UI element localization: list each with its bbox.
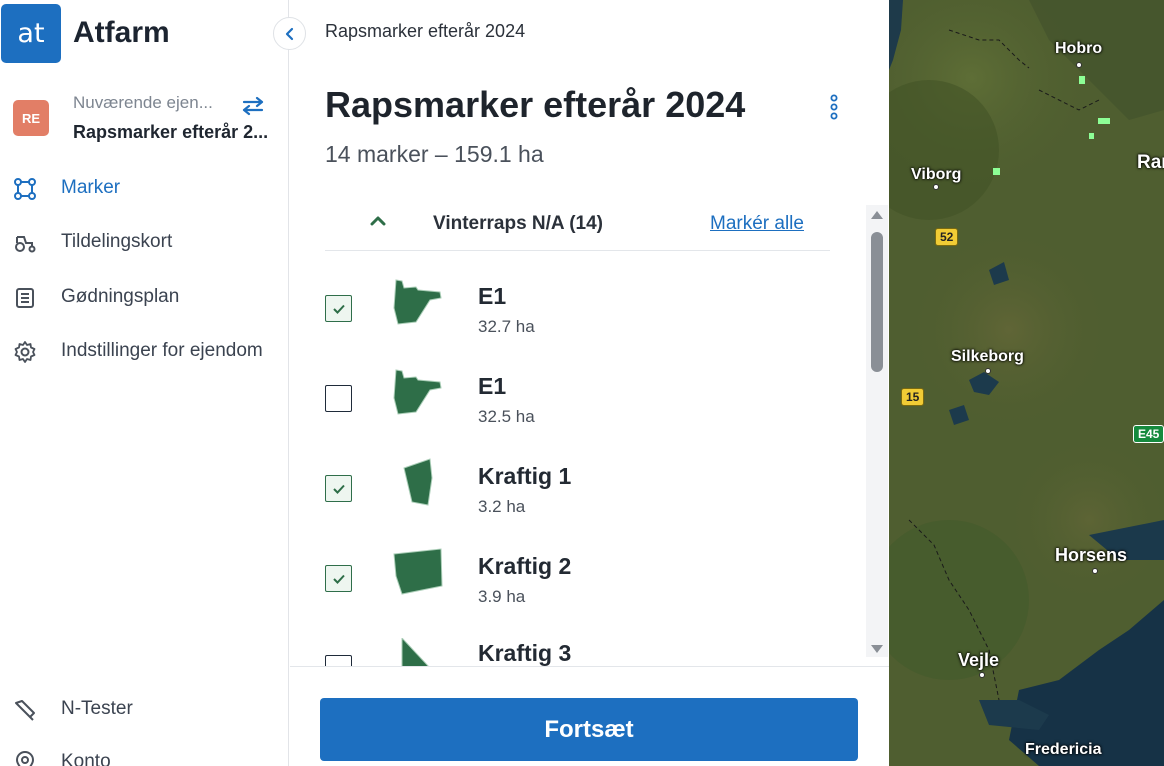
field-area: 32.7 ha bbox=[478, 317, 535, 336]
sidebar-item-label: Konto bbox=[61, 751, 111, 766]
field-area: 3.9 ha bbox=[478, 587, 526, 606]
city-label: Vejle bbox=[958, 650, 1000, 670]
checkmark-icon bbox=[332, 574, 345, 584]
sidebar-item-tildelingskort[interactable]: Tildelingskort bbox=[0, 222, 288, 262]
continue-button[interactable]: Fortsæt bbox=[320, 698, 858, 761]
collapse-sidebar-button[interactable] bbox=[273, 17, 306, 50]
city-marker bbox=[985, 368, 991, 374]
map-terrain bbox=[889, 0, 1164, 766]
gear-icon bbox=[14, 341, 36, 363]
footer-bar: Fortsæt bbox=[290, 666, 889, 766]
field-shape-icon bbox=[393, 369, 442, 415]
checkmark-icon bbox=[332, 484, 345, 494]
field-shape-icon bbox=[401, 638, 429, 666]
sidebar-item-konto[interactable]: Konto bbox=[0, 742, 288, 766]
city-marker bbox=[1076, 62, 1082, 68]
property-name[interactable]: Rapsmarker efterår 2... bbox=[73, 122, 279, 143]
field-name: E1 bbox=[478, 283, 507, 309]
main-panel: Rapsmarker efterår 2024 Rapsmarker efter… bbox=[290, 0, 889, 766]
sidebar-item-label: N-Tester bbox=[61, 698, 133, 719]
page-subtitle: 14 marker – 159.1 ha bbox=[325, 141, 544, 167]
list-item[interactable]: Kraftig 3 bbox=[290, 622, 865, 666]
road-shield: 15 bbox=[901, 388, 925, 406]
list-item[interactable]: Kraftig 1 3.2 ha bbox=[290, 442, 865, 532]
satellite-map[interactable]: Hobro Viborg Ran Silkeborg Horsens Vejle… bbox=[889, 0, 1164, 766]
n-tester-icon bbox=[15, 700, 35, 721]
city-marker bbox=[1092, 568, 1098, 574]
field-shape-icon bbox=[393, 548, 443, 595]
checkmark-icon bbox=[332, 304, 345, 314]
city-marker bbox=[933, 184, 939, 190]
city-marker bbox=[979, 672, 985, 678]
fields-icon bbox=[14, 178, 36, 200]
sidebar-item-n-tester[interactable]: N-Tester bbox=[0, 689, 288, 729]
app-logo[interactable]: at bbox=[1, 4, 61, 63]
crop-group-name: Vinterraps N/A (14) bbox=[433, 213, 603, 234]
list-item[interactable]: E1 32.7 ha bbox=[290, 262, 865, 352]
breadcrumb: Rapsmarker efterår 2024 bbox=[325, 21, 526, 41]
field-list: E1 32.7 ha E1 32.5 ha Kraftig 1 3.2 ha K… bbox=[290, 262, 865, 666]
city-label: Ran bbox=[1137, 152, 1164, 173]
city-label: Viborg bbox=[911, 166, 962, 183]
crop-group-header[interactable]: Vinterraps N/A (14) Markér alle bbox=[325, 203, 830, 251]
property-label: Nuværende ejen... bbox=[73, 93, 213, 112]
road-shield: 52 bbox=[935, 228, 959, 246]
city-label: Hobro bbox=[1055, 40, 1103, 57]
sidebar: at Atfarm RE Nuværende ejen... Rapsmarke… bbox=[0, 0, 289, 766]
sidebar-item-indstillinger[interactable]: Indstillinger for ejendom bbox=[0, 331, 288, 371]
list-item[interactable]: Kraftig 2 3.9 ha bbox=[290, 532, 865, 622]
city-label: Horsens bbox=[1055, 545, 1128, 565]
field-checkbox[interactable] bbox=[325, 295, 352, 322]
chevron-left-icon bbox=[285, 27, 293, 40]
swap-arrows-icon[interactable] bbox=[240, 96, 266, 116]
field-name: E1 bbox=[478, 373, 507, 399]
sidebar-item-label: Marker bbox=[61, 177, 121, 198]
field-name: Kraftig 1 bbox=[478, 463, 572, 489]
tractor-icon bbox=[15, 236, 36, 253]
list-scrollbar[interactable] bbox=[866, 205, 888, 657]
select-all-link[interactable]: Markér alle bbox=[710, 213, 804, 235]
city-label: Fredericia bbox=[1025, 741, 1102, 758]
sidebar-item-label: Tildelingskort bbox=[61, 231, 173, 252]
city-label: Silkeborg bbox=[951, 348, 1024, 365]
chevron-up-icon[interactable] bbox=[369, 213, 387, 227]
sidebar-item-marker[interactable]: Marker bbox=[0, 168, 288, 208]
page-title: Rapsmarker efterår 2024 bbox=[325, 84, 746, 125]
list-item[interactable]: E1 32.5 ha bbox=[290, 352, 865, 442]
road-shield: E45 bbox=[1133, 425, 1164, 443]
field-shape-icon bbox=[403, 458, 433, 506]
field-area: 3.2 ha bbox=[478, 497, 526, 516]
sidebar-item-godningsplan[interactable]: Gødningsplan bbox=[0, 277, 288, 317]
location-pin-icon bbox=[15, 751, 35, 766]
field-checkbox[interactable] bbox=[325, 385, 352, 412]
field-checkbox[interactable] bbox=[325, 655, 352, 666]
field-shape-icon bbox=[393, 279, 442, 325]
sidebar-item-label: Gødningsplan bbox=[61, 286, 180, 307]
app-name: Atfarm bbox=[73, 16, 170, 49]
sidebar-item-label: Indstillinger for ejendom bbox=[61, 340, 263, 361]
field-checkbox[interactable] bbox=[325, 475, 352, 502]
field-name: Kraftig 2 bbox=[478, 553, 572, 579]
property-avatar: RE bbox=[13, 100, 49, 136]
document-icon bbox=[16, 288, 34, 308]
field-area: 32.5 ha bbox=[478, 407, 535, 426]
field-checkbox[interactable] bbox=[325, 565, 352, 592]
more-options-icon[interactable] bbox=[827, 94, 841, 120]
field-name: Kraftig 3 bbox=[478, 640, 572, 666]
